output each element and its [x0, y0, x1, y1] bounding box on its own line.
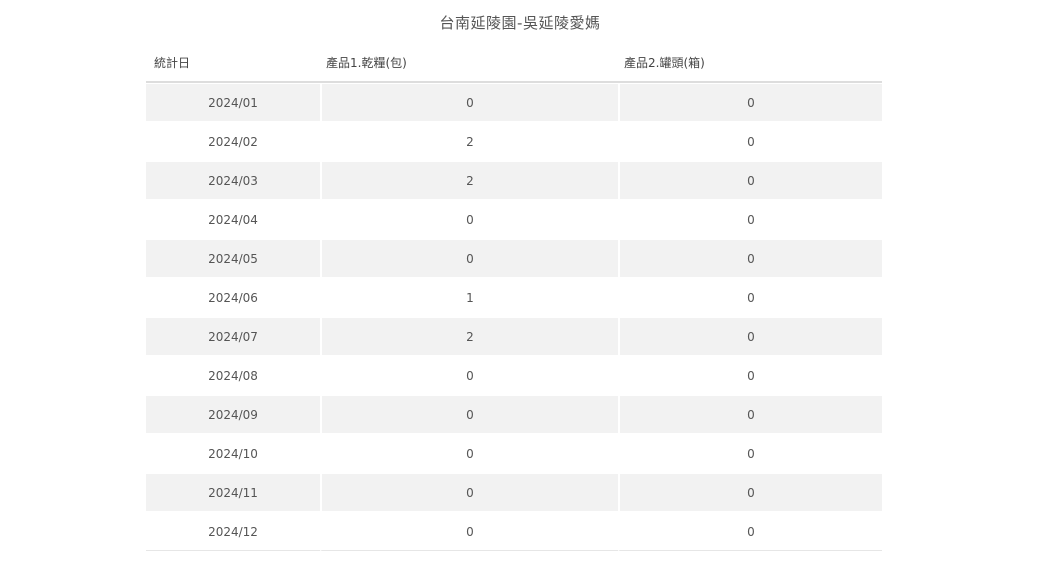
cell-date: 2024/12: [146, 512, 320, 551]
cell-date: 2024/11: [146, 473, 320, 512]
statistics-table: 統計日 產品1.乾糧(包) 產品2.罐頭(箱) 2024/01 0 0 2024…: [146, 44, 882, 551]
table-row: 2024/05 0 0: [146, 239, 882, 278]
cell-product-1: 0: [320, 83, 618, 122]
cell-product-2: 0: [618, 356, 882, 395]
cell-product-1: 0: [320, 200, 618, 239]
header-row: 統計日 產品1.乾糧(包) 產品2.罐頭(箱): [146, 44, 882, 83]
cell-product-2: 0: [618, 278, 882, 317]
cell-product-1: 0: [320, 356, 618, 395]
cell-date: 2024/02: [146, 122, 320, 161]
column-header-product-1: 產品1.乾糧(包): [320, 44, 618, 83]
cell-product-1: 0: [320, 239, 618, 278]
cell-product-1: 0: [320, 512, 618, 551]
table-body: 2024/01 0 0 2024/02 2 0 2024/03 2 0 2024…: [146, 83, 882, 551]
cell-product-2: 0: [618, 200, 882, 239]
cell-date: 2024/09: [146, 395, 320, 434]
cell-product-1: 1: [320, 278, 618, 317]
cell-product-2: 0: [618, 434, 882, 473]
cell-product-2: 0: [618, 395, 882, 434]
table-row: 2024/02 2 0: [146, 122, 882, 161]
cell-date: 2024/03: [146, 161, 320, 200]
table-row: 2024/10 0 0: [146, 434, 882, 473]
cell-product-1: 2: [320, 317, 618, 356]
cell-product-1: 0: [320, 434, 618, 473]
page-title: 台南延陵園-吳延陵愛媽: [439, 14, 601, 32]
cell-date: 2024/08: [146, 356, 320, 395]
table-header: 統計日 產品1.乾糧(包) 產品2.罐頭(箱): [146, 44, 882, 83]
cell-date: 2024/07: [146, 317, 320, 356]
column-header-product-2: 產品2.罐頭(箱): [618, 44, 882, 83]
table-row: 2024/07 2 0: [146, 317, 882, 356]
cell-product-2: 0: [618, 83, 882, 122]
cell-product-2: 0: [618, 473, 882, 512]
cell-product-1: 2: [320, 161, 618, 200]
cell-date: 2024/01: [146, 83, 320, 122]
cell-product-1: 0: [320, 473, 618, 512]
cell-product-2: 0: [618, 512, 882, 551]
cell-product-2: 0: [618, 317, 882, 356]
table-row: 2024/11 0 0: [146, 473, 882, 512]
cell-date: 2024/05: [146, 239, 320, 278]
cell-product-2: 0: [618, 122, 882, 161]
cell-date: 2024/04: [146, 200, 320, 239]
table-row: 2024/01 0 0: [146, 83, 882, 122]
table-row: 2024/08 0 0: [146, 356, 882, 395]
cell-date: 2024/10: [146, 434, 320, 473]
table-row: 2024/06 1 0: [146, 278, 882, 317]
table-row: 2024/03 2 0: [146, 161, 882, 200]
cell-product-1: 2: [320, 122, 618, 161]
table-row: 2024/12 0 0: [146, 512, 882, 551]
cell-date: 2024/06: [146, 278, 320, 317]
cell-product-1: 0: [320, 395, 618, 434]
cell-product-2: 0: [618, 161, 882, 200]
cell-product-2: 0: [618, 239, 882, 278]
column-header-date: 統計日: [146, 44, 320, 83]
table-row: 2024/09 0 0: [146, 395, 882, 434]
table-row: 2024/04 0 0: [146, 200, 882, 239]
